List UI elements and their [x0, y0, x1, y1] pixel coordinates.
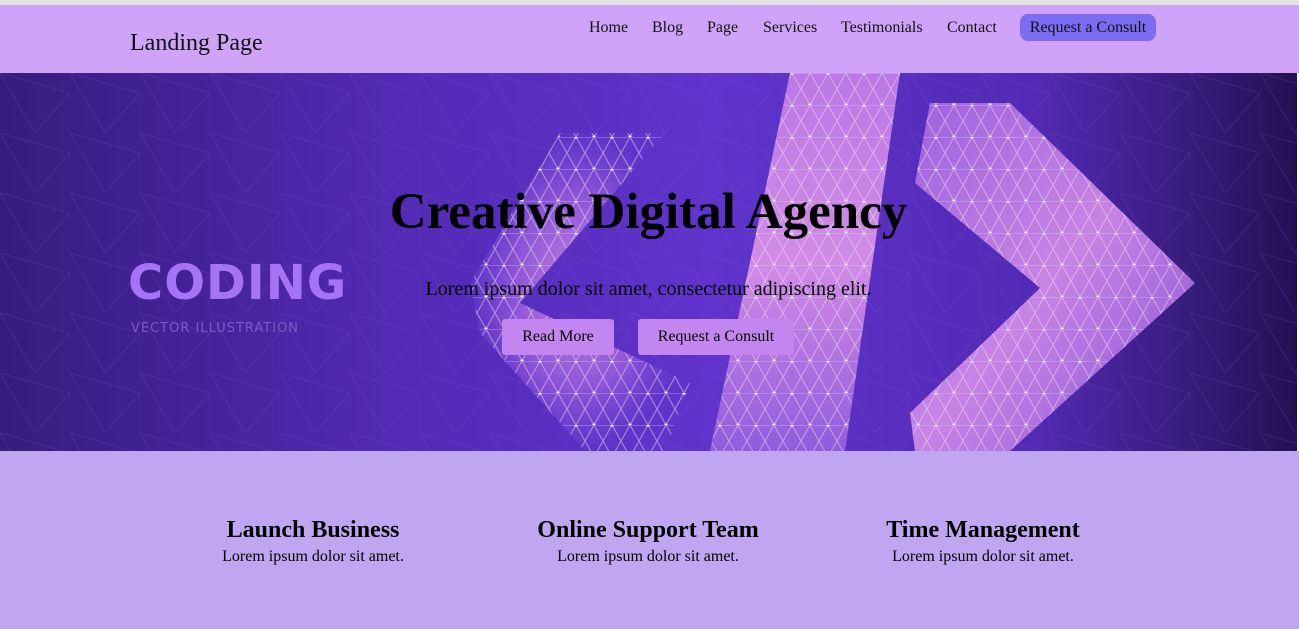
navbar: Landing Page Home Blog Page Services Tes… [0, 5, 1299, 73]
nav-link-services[interactable]: Services [763, 14, 817, 42]
feature-card: Launch Business Lorem ipsum dolor sit am… [163, 515, 463, 567]
feature-card: Online Support Team Lorem ipsum dolor si… [498, 515, 798, 567]
features-section: Launch Business Lorem ipsum dolor sit am… [0, 451, 1299, 629]
hero-subtitle: Lorem ipsum dolor sit amet, consectetur … [425, 278, 872, 300]
feature-card: Time Management Lorem ipsum dolor sit am… [833, 515, 1133, 567]
request-consult-hero-button[interactable]: Request a Consult [638, 319, 794, 355]
feature-title: Launch Business [226, 517, 400, 543]
nav-link-contact[interactable]: Contact [947, 14, 997, 42]
nav-link-page[interactable]: Page [707, 14, 738, 42]
feature-text: Lorem ipsum dolor sit amet. [222, 548, 404, 565]
nav-link-home[interactable]: Home [589, 14, 628, 42]
request-consult-nav-button[interactable]: Request a Consult [1020, 14, 1156, 41]
nav-link-blog[interactable]: Blog [652, 14, 683, 42]
feature-text: Lorem ipsum dolor sit amet. [892, 548, 1074, 565]
feature-text: Lorem ipsum dolor sit amet. [557, 548, 739, 565]
feature-title: Time Management [886, 517, 1080, 543]
hero-title: Creative Digital Agency [389, 184, 908, 240]
hero-section: CODING VECTOR ILLUSTRATION Creative Digi… [0, 73, 1297, 451]
hero-image-caption: VECTOR ILLUSTRATION [131, 321, 300, 336]
nav-link-testimonials[interactable]: Testimonials [841, 14, 923, 42]
feature-title: Online Support Team [537, 517, 759, 543]
read-more-button[interactable]: Read More [502, 319, 614, 355]
